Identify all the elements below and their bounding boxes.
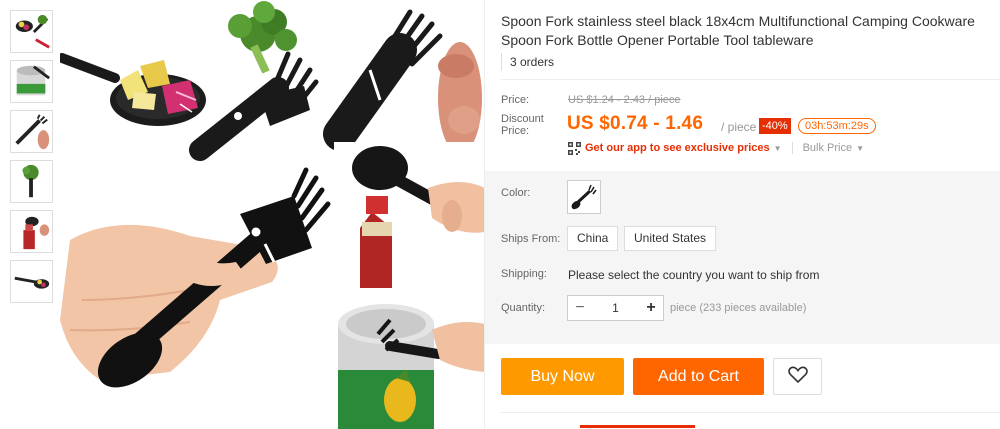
- discount-price: US $0.74 - 1.46: [567, 113, 704, 134]
- thumbnail-list: [10, 10, 54, 310]
- increase-quantity-button[interactable]: +: [639, 296, 663, 320]
- stock-note: piece (233 pieces available): [670, 302, 807, 314]
- countdown-timer: 03h:53m:29s: [798, 118, 876, 134]
- chevron-down-icon: ▼: [773, 143, 782, 153]
- wishlist-button[interactable]: [773, 358, 822, 395]
- quantity-input[interactable]: [592, 296, 639, 320]
- thumbnail-1[interactable]: [10, 10, 53, 53]
- shipping-label: Shipping:: [501, 268, 547, 280]
- discount-badge: -40%: [759, 118, 791, 134]
- order-count: 3 orders: [501, 53, 562, 71]
- thumbnail-4[interactable]: [10, 160, 53, 203]
- options-panel: [485, 171, 1000, 344]
- price-unit: / piece: [721, 120, 757, 134]
- buy-now-button[interactable]: Buy Now: [501, 358, 624, 395]
- color-label: Color:: [501, 187, 531, 199]
- app-promo-row: Get our app to see exclusive prices ▼ Bu…: [568, 141, 864, 155]
- shipping-message: Please select the country you want to sh…: [568, 268, 820, 282]
- product-info: Spoon Fork stainless steel black 18x4cm …: [485, 0, 1000, 429]
- tab-indicator: [580, 425, 695, 428]
- image-bottle-opener: [334, 142, 485, 290]
- discount-price-label: Discount Price:: [501, 113, 544, 137]
- ships-from-label: Ships From:: [501, 233, 561, 245]
- decrease-quantity-button[interactable]: −: [568, 296, 592, 320]
- app-promo-link[interactable]: Get our app to see exclusive prices: [585, 142, 770, 154]
- bulk-price-link[interactable]: Bulk Price: [791, 142, 852, 154]
- heart-icon: [787, 366, 808, 387]
- product-title: Spoon Fork stainless steel black 18x4cm …: [501, 13, 975, 48]
- quantity-label: Quantity:: [501, 302, 546, 314]
- thumbnail-2[interactable]: [10, 60, 53, 103]
- product-gallery[interactable]: [60, 0, 485, 429]
- thumbnail-6[interactable]: [10, 260, 53, 303]
- thumbnail-5[interactable]: [10, 210, 53, 253]
- chevron-down-icon: ▼: [856, 143, 865, 153]
- ships-from-china[interactable]: China: [567, 226, 619, 251]
- price-label: Price:: [501, 94, 530, 106]
- divider: [501, 79, 1000, 80]
- qr-code-icon: [568, 141, 581, 155]
- quantity-stepper: − +: [567, 295, 664, 321]
- ships-from-united-states[interactable]: United States: [624, 226, 717, 251]
- divider: [501, 412, 1000, 413]
- color-swatch-black[interactable]: [567, 180, 601, 214]
- original-price: US $1.24 - 2.43 / piece: [568, 94, 681, 106]
- add-to-cart-button[interactable]: Add to Cart: [633, 358, 764, 395]
- image-can-opener: [334, 288, 485, 429]
- thumbnail-3[interactable]: [10, 110, 53, 153]
